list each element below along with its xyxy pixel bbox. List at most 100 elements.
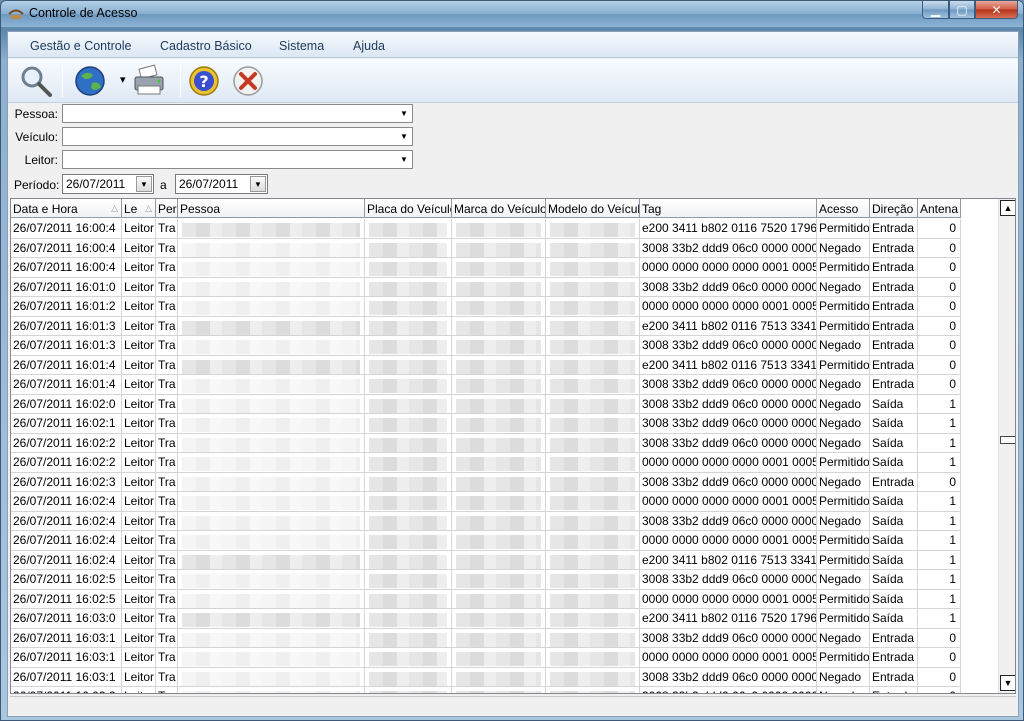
cell-leitor: Leitor <box>122 297 156 316</box>
cell-tag: e200 3411 b802 0116 7520 1796 <box>640 219 817 238</box>
col-periodo[interactable]: Per <box>156 199 178 218</box>
cell-placa <box>365 687 452 693</box>
redacted-block <box>456 476 541 491</box>
cell-periodo: Tra <box>156 531 178 550</box>
table-row[interactable]: 26/07/2011 16:01:3 Leitor Tra e200 3411 b80… <box>11 316 961 336</box>
cell-marca <box>452 550 546 570</box>
col-direcao[interactable]: Direção <box>870 199 918 218</box>
chevron-down-icon[interactable]: ▼ <box>250 176 266 192</box>
cell-tag: 0000 0000 0000 0000 0001 0005 <box>640 453 817 472</box>
col-leitor[interactable]: Le △ <box>122 199 156 218</box>
minimize-button[interactable]: ▁ <box>922 1 949 19</box>
table-row[interactable]: 26/07/2011 16:02:5 Leitor Tra 0000 0000 000… <box>11 589 961 609</box>
title-bar[interactable]: Controle de Acesso ▁ ▢ ✕ <box>1 1 1023 27</box>
cell-periodo: Tra <box>156 628 178 648</box>
table-row[interactable]: 26/07/2011 16:00:4 Leitor Tra 0000 0000 000… <box>11 258 961 278</box>
table-row[interactable]: 26/07/2011 16:02:0 Leitor Tra 3008 33b2 ddd… <box>11 394 961 414</box>
table-row[interactable]: 26/07/2011 16:01:4 Leitor Tra e200 3411 b80… <box>11 355 961 375</box>
table-row[interactable]: 26/07/2011 16:03:1 Leitor Tra 0000 0000 000… <box>11 648 961 668</box>
globe-button[interactable] <box>72 63 108 99</box>
maximize-button[interactable]: ▢ <box>949 1 975 19</box>
table-row[interactable]: 26/07/2011 16:02:3 Leitor Tra 3008 33b2 ddd… <box>11 472 961 492</box>
col-data-hora[interactable]: Data e Hora △ <box>11 199 122 218</box>
menu-gestao-controle[interactable]: Gestão e Controle <box>30 39 131 53</box>
table-row[interactable]: 26/07/2011 16:03:2LeitorTra 3008 33b2 ddd… <box>11 687 961 693</box>
cell-pessoa <box>178 550 365 570</box>
search-button[interactable] <box>18 63 54 99</box>
table-row[interactable]: 26/07/2011 16:01:0 Leitor Tra 3008 33b2 ddd… <box>11 277 961 297</box>
chevron-down-icon[interactable]: ▼ <box>396 105 412 122</box>
menu-sistema[interactable]: Sistema <box>279 39 324 53</box>
table-row[interactable]: 26/07/2011 16:00:4 Leitor Tra 3008 33b2 ddd… <box>11 238 961 258</box>
table-row[interactable]: 26/07/2011 16:02:2 Leitor Tra 3008 33b2 ddd… <box>11 433 961 453</box>
redacted-block <box>456 418 541 432</box>
search-icon <box>21 66 52 97</box>
cell-placa <box>365 570 452 589</box>
leitor-combo[interactable]: ▼ <box>62 150 413 169</box>
table-row[interactable]: 26/07/2011 16:02:4 Leitor Tra 0000 0000 000… <box>11 492 961 512</box>
chevron-down-icon[interactable]: ▼ <box>136 176 152 192</box>
table-row[interactable]: 26/07/2011 16:00:4 Leitor Tra e200 3411 b80… <box>11 219 961 239</box>
scroll-thumb[interactable] <box>1000 436 1015 444</box>
table-row[interactable]: 26/07/2011 16:02:1 Leitor Tra 3008 33b2 ddd… <box>11 414 961 434</box>
chevron-down-icon[interactable]: ▼ <box>396 128 412 145</box>
table-row[interactable]: 26/07/2011 16:02:5 Leitor Tra 3008 33b2 ddd… <box>11 570 961 590</box>
cell-direcao: Entrada <box>870 687 918 693</box>
cell-leitor: Leitor <box>122 472 156 492</box>
app-icon <box>8 9 24 19</box>
leitor-label: Leitor: <box>24 153 58 167</box>
pessoa-combo[interactable]: ▼ <box>62 104 413 123</box>
col-placa[interactable]: Placa do Veículo <box>365 199 452 218</box>
cell-antena: 0 <box>918 667 961 687</box>
help-button[interactable]: ? <box>186 63 222 99</box>
date-from-picker[interactable]: 26/07/2011 ▼ <box>62 174 154 194</box>
cell-data-hora: 26/07/2011 16:02:2 <box>11 453 122 472</box>
globe-dropdown-icon[interactable]: ▾ <box>120 73 126 86</box>
cancel-button[interactable] <box>230 63 266 99</box>
redacted-block <box>369 281 447 296</box>
col-pessoa[interactable]: Pessoa <box>178 199 365 218</box>
veiculo-combo[interactable]: ▼ <box>62 127 413 146</box>
close-button[interactable]: ✕ <box>975 1 1018 19</box>
table-row[interactable]: 26/07/2011 16:03:0 Leitor Tra e200 3411 b80… <box>11 609 961 629</box>
cell-acesso: Permitido <box>817 492 870 511</box>
redacted-block <box>182 340 360 354</box>
col-acesso[interactable]: Acesso <box>817 199 870 218</box>
cell-data-hora: 26/07/2011 16:03:1 <box>11 667 122 687</box>
cell-placa <box>365 511 452 531</box>
cell-placa <box>365 628 452 648</box>
col-marca[interactable]: Marca do Veículo <box>452 199 546 218</box>
print-button[interactable] <box>132 63 168 99</box>
table-row[interactable]: 26/07/2011 16:02:2 Leitor Tra 0000 0000 000… <box>11 453 961 473</box>
table-row[interactable]: 26/07/2011 16:03:1 Leitor Tra 3008 33b2 ddd… <box>11 628 961 648</box>
scroll-up-button[interactable]: ▲ <box>1000 200 1015 216</box>
col-antena[interactable]: Antena <box>918 199 961 218</box>
chevron-down-icon[interactable]: ▼ <box>396 151 412 168</box>
table-row[interactable]: 26/07/2011 16:01:3 Leitor Tra 3008 33b2 ddd… <box>11 336 961 356</box>
redacted-block <box>550 613 635 627</box>
cell-acesso: Permitido <box>817 453 870 472</box>
col-modelo[interactable]: Modelo do Veículo <box>546 199 640 218</box>
scroll-down-button[interactable]: ▼ <box>1000 675 1015 691</box>
cell-modelo <box>546 550 640 570</box>
table-row[interactable]: 26/07/2011 16:03:1 Leitor Tra 3008 33b2 ddd… <box>11 667 961 687</box>
cell-periodo: Tra <box>156 355 178 375</box>
menu-ajuda[interactable]: Ajuda <box>353 39 385 53</box>
menu-cadastro-basico[interactable]: Cadastro Básico <box>160 39 252 53</box>
table-row[interactable]: 26/07/2011 16:01:2 Leitor Tra 0000 0000 000… <box>11 297 961 317</box>
redacted-block <box>456 262 541 276</box>
access-log-grid[interactable]: Data e Hora △ Le △ Per Pessoa Placa do Veí… <box>10 198 1016 694</box>
col-tag[interactable]: Tag <box>640 199 817 218</box>
redacted-block <box>550 671 635 686</box>
redacted-block <box>550 593 635 608</box>
cell-modelo <box>546 394 640 414</box>
table-row[interactable]: 26/07/2011 16:02:4 Leitor Tra 3008 33b2 ddd… <box>11 511 961 531</box>
table-row[interactable]: 26/07/2011 16:02:4 Leitor Tra 0000 0000 000… <box>11 531 961 551</box>
redacted-block <box>550 262 635 276</box>
date-to-picker[interactable]: 26/07/2011 ▼ <box>175 174 268 194</box>
vertical-scrollbar[interactable]: ▲ ▼ <box>998 199 1015 693</box>
table-row[interactable]: 26/07/2011 16:02:4 Leitor Tra e200 3411 b80… <box>11 550 961 570</box>
printer-icon <box>134 64 164 95</box>
table-row[interactable]: 26/07/2011 16:01:4 Leitor Tra 3008 33b2 ddd… <box>11 375 961 395</box>
cell-placa <box>365 472 452 492</box>
